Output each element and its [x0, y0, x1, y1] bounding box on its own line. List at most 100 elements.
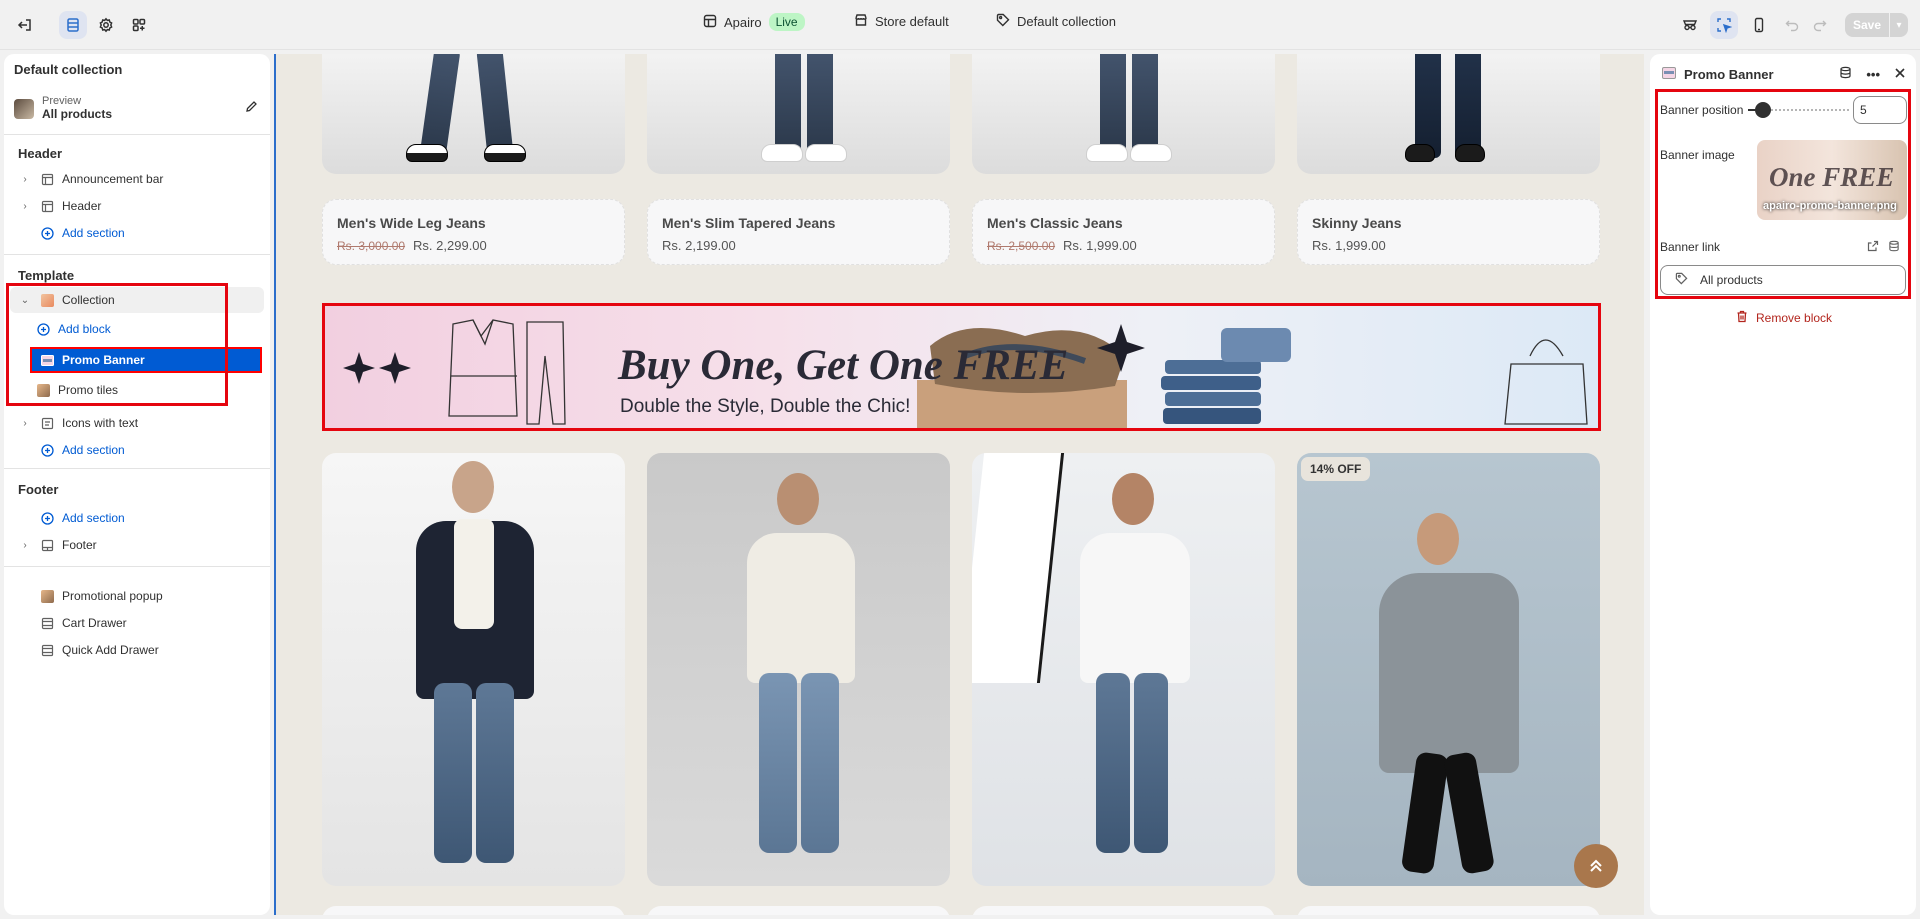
add-section-label: Add section [62, 511, 125, 525]
overlay-label: Cart Drawer [62, 616, 127, 630]
scroll-to-top-button[interactable] [1574, 844, 1618, 888]
save-button[interactable]: Save [1845, 13, 1889, 37]
product-name[interactable]: Skinny Jeans [1312, 215, 1402, 231]
popup-image-icon [40, 589, 54, 603]
sections-icon[interactable] [59, 11, 87, 39]
section-header[interactable]: › Header [4, 193, 266, 219]
sale-price: Rs. 1,999.00 [1063, 238, 1137, 253]
overlay-label: Quick Add Drawer [62, 643, 159, 657]
tiles-image-icon [36, 383, 50, 397]
chevron-right-icon[interactable]: › [18, 418, 32, 429]
section-icons-with-text[interactable]: › Icons with text [4, 410, 266, 436]
text-section-icon [40, 416, 54, 430]
section-layout-icon [40, 199, 54, 213]
chevron-right-icon[interactable]: › [18, 540, 32, 551]
header-group-title: Header [18, 146, 63, 161]
product-photo[interactable] [322, 453, 625, 886]
preview-thumbnail [14, 99, 34, 119]
product-image[interactable] [322, 54, 625, 174]
exit-icon[interactable] [11, 11, 39, 39]
preview-value: All products [42, 107, 113, 121]
product-image[interactable] [972, 54, 1275, 174]
product-name[interactable]: Men's Classic Jeans [987, 215, 1123, 231]
preview-selector[interactable]: Preview All products [14, 94, 260, 124]
remove-block-button[interactable]: Remove block [1736, 310, 1832, 326]
product-price: Rs. 2,500.00 Rs. 1,999.00 [987, 238, 1137, 253]
section-label: Announcement bar [62, 172, 164, 186]
template-selector[interactable]: Default collection [996, 13, 1116, 30]
add-section-footer-button[interactable]: Add section [4, 505, 266, 531]
undo-icon[interactable] [1778, 11, 1806, 39]
product-price: Rs. 1,999.00 [1312, 238, 1386, 253]
product-photo[interactable]: 14% OFF [1297, 453, 1600, 886]
store-front-icon [854, 13, 868, 30]
tag-icon [996, 13, 1010, 30]
compare-price: Rs. 2,500.00 [987, 238, 1056, 253]
add-section-header-button[interactable]: Add section [4, 220, 266, 246]
add-section-template-button[interactable]: Add section [4, 437, 266, 463]
product-name[interactable]: Men's Slim Tapered Jeans [662, 215, 835, 231]
product-image[interactable] [1297, 54, 1600, 174]
block-promo-tiles[interactable]: Promo tiles [28, 377, 260, 403]
add-block-button[interactable]: Add block [28, 316, 260, 342]
section-footer[interactable]: › Footer [4, 532, 266, 558]
section-collection[interactable]: ⌄ Collection [10, 287, 264, 313]
market-selector[interactable]: Store default [854, 13, 949, 30]
database-icon[interactable] [1839, 66, 1852, 82]
inspector-icon[interactable] [1676, 11, 1704, 39]
section-label: Collection [62, 293, 115, 307]
store-preview-canvas: Men's Wide Leg Jeans Rs. 3,000.00 Rs. 2,2… [274, 54, 1644, 915]
promo-banner[interactable]: Buy One, Get One FREE Double the Style, … [322, 303, 1601, 431]
top-bar: Apairo Live Store default Default collec… [0, 0, 1920, 50]
store-icon [703, 14, 717, 31]
section-announcement-bar[interactable]: › Announcement bar [4, 166, 266, 192]
overlay-cart-drawer[interactable]: Cart Drawer [4, 610, 266, 636]
product-card[interactable]: Men's Slim Tapered Jeans Rs. 2,199.00 [647, 199, 950, 265]
panel-title: Promo Banner [1684, 66, 1774, 82]
collection-image-icon [40, 293, 54, 307]
chevron-right-icon[interactable]: › [18, 174, 32, 185]
product-card[interactable]: Men's Classic Jeans Rs. 2,500.00 Rs. 1,99… [972, 199, 1275, 265]
product-card[interactable]: Skinny Jeans Rs. 1,999.00 [1297, 199, 1600, 265]
divider [4, 468, 270, 469]
product-card[interactable]: Men's Wide Leg Jeans Rs. 3,000.00 Rs. 2,2… [322, 199, 625, 265]
product-photo[interactable] [647, 453, 950, 886]
banner-image-icon [40, 353, 54, 367]
product-photo[interactable] [972, 453, 1275, 886]
add-section-label: Add section [62, 226, 125, 240]
block-settings-panel: Promo Banner ••• Banner position 5 Banne… [1650, 54, 1916, 915]
add-block-label: Add block [58, 322, 111, 336]
product-card [647, 906, 950, 915]
overlay-quick-add-drawer[interactable]: Quick Add Drawer [4, 637, 266, 663]
block-label: Promo tiles [58, 383, 119, 397]
add-section-label: Add section [62, 443, 125, 457]
mobile-view-icon[interactable] [1745, 11, 1773, 39]
sale-price: Rs. 2,299.00 [413, 238, 487, 253]
plus-circle-icon [40, 511, 54, 525]
overlay-promotional-popup[interactable]: Promotional popup [4, 583, 266, 609]
more-options-icon[interactable]: ••• [1866, 67, 1880, 82]
compare-price: Rs. 3,000.00 [337, 238, 406, 253]
save-options-chevron-down-icon[interactable]: ▾ [1890, 13, 1908, 37]
section-label: Footer [62, 538, 97, 552]
close-icon[interactable] [1894, 67, 1906, 82]
redo-icon[interactable] [1806, 11, 1834, 39]
product-card [322, 906, 625, 915]
template-title: Default collection [14, 62, 123, 77]
divider [4, 566, 270, 567]
overlay-label: Promotional popup [62, 589, 163, 603]
select-cursor-icon[interactable] [1710, 11, 1738, 39]
apps-icon[interactable] [125, 11, 153, 39]
banner-block-icon [1662, 66, 1676, 82]
chevron-right-icon[interactable]: › [18, 201, 32, 212]
chevron-down-icon[interactable]: ⌄ [18, 295, 32, 306]
edit-pencil-icon[interactable] [245, 100, 258, 116]
double-chevron-up-icon [1590, 859, 1602, 872]
block-promo-banner[interactable]: Promo Banner [30, 347, 262, 373]
product-name[interactable]: Men's Wide Leg Jeans [337, 215, 486, 231]
template-name: Default collection [1017, 14, 1116, 29]
store-switcher[interactable]: Apairo Live [703, 13, 805, 31]
settings-gear-icon[interactable] [92, 11, 120, 39]
product-image[interactable] [647, 54, 950, 174]
divider [4, 134, 270, 135]
